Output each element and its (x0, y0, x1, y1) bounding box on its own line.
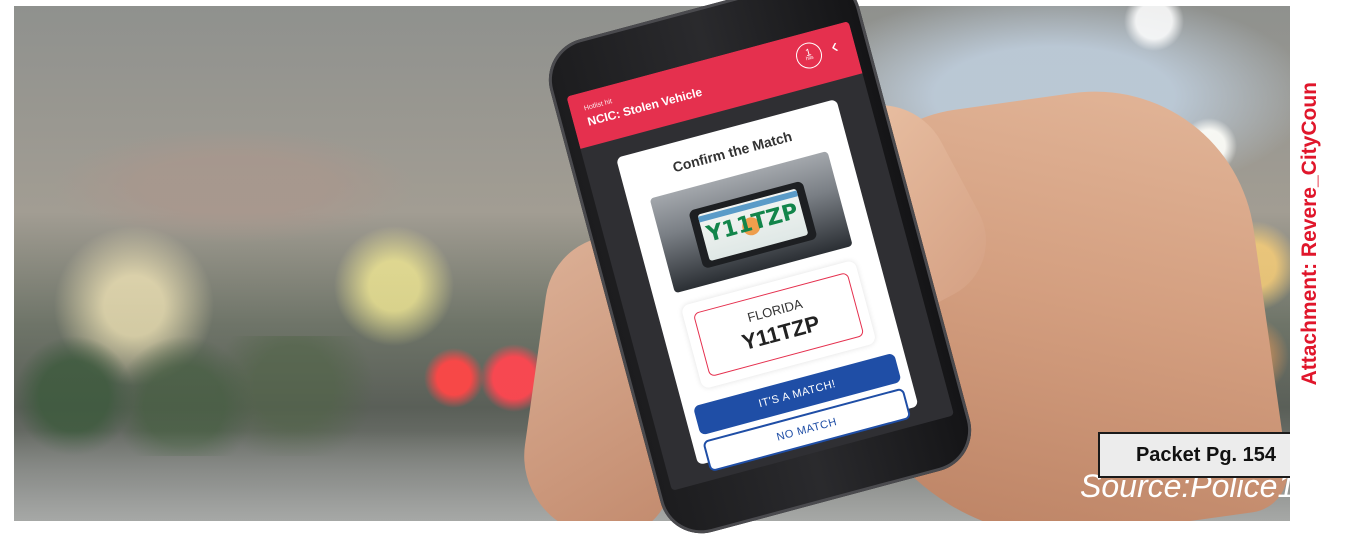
plate-reading-border: FLORIDA Y11TZP (692, 271, 865, 378)
chevron-left-icon: ‹ (828, 35, 841, 59)
attachment-label: Attachment: Revere_CityCoun (1295, 0, 1325, 385)
attachment-label-text: Attachment: Revere_CityCoun (1298, 81, 1321, 385)
hit-count-badge[interactable]: 1 hits (793, 39, 825, 72)
packet-page-label: Packet Pg. 154 (1098, 432, 1314, 478)
hit-count-unit: hits (805, 54, 815, 63)
confirm-match-card: Confirm the Match Y11TZP FLORIDA Y11TZP … (615, 98, 919, 473)
back-button[interactable]: ‹ (822, 33, 848, 61)
